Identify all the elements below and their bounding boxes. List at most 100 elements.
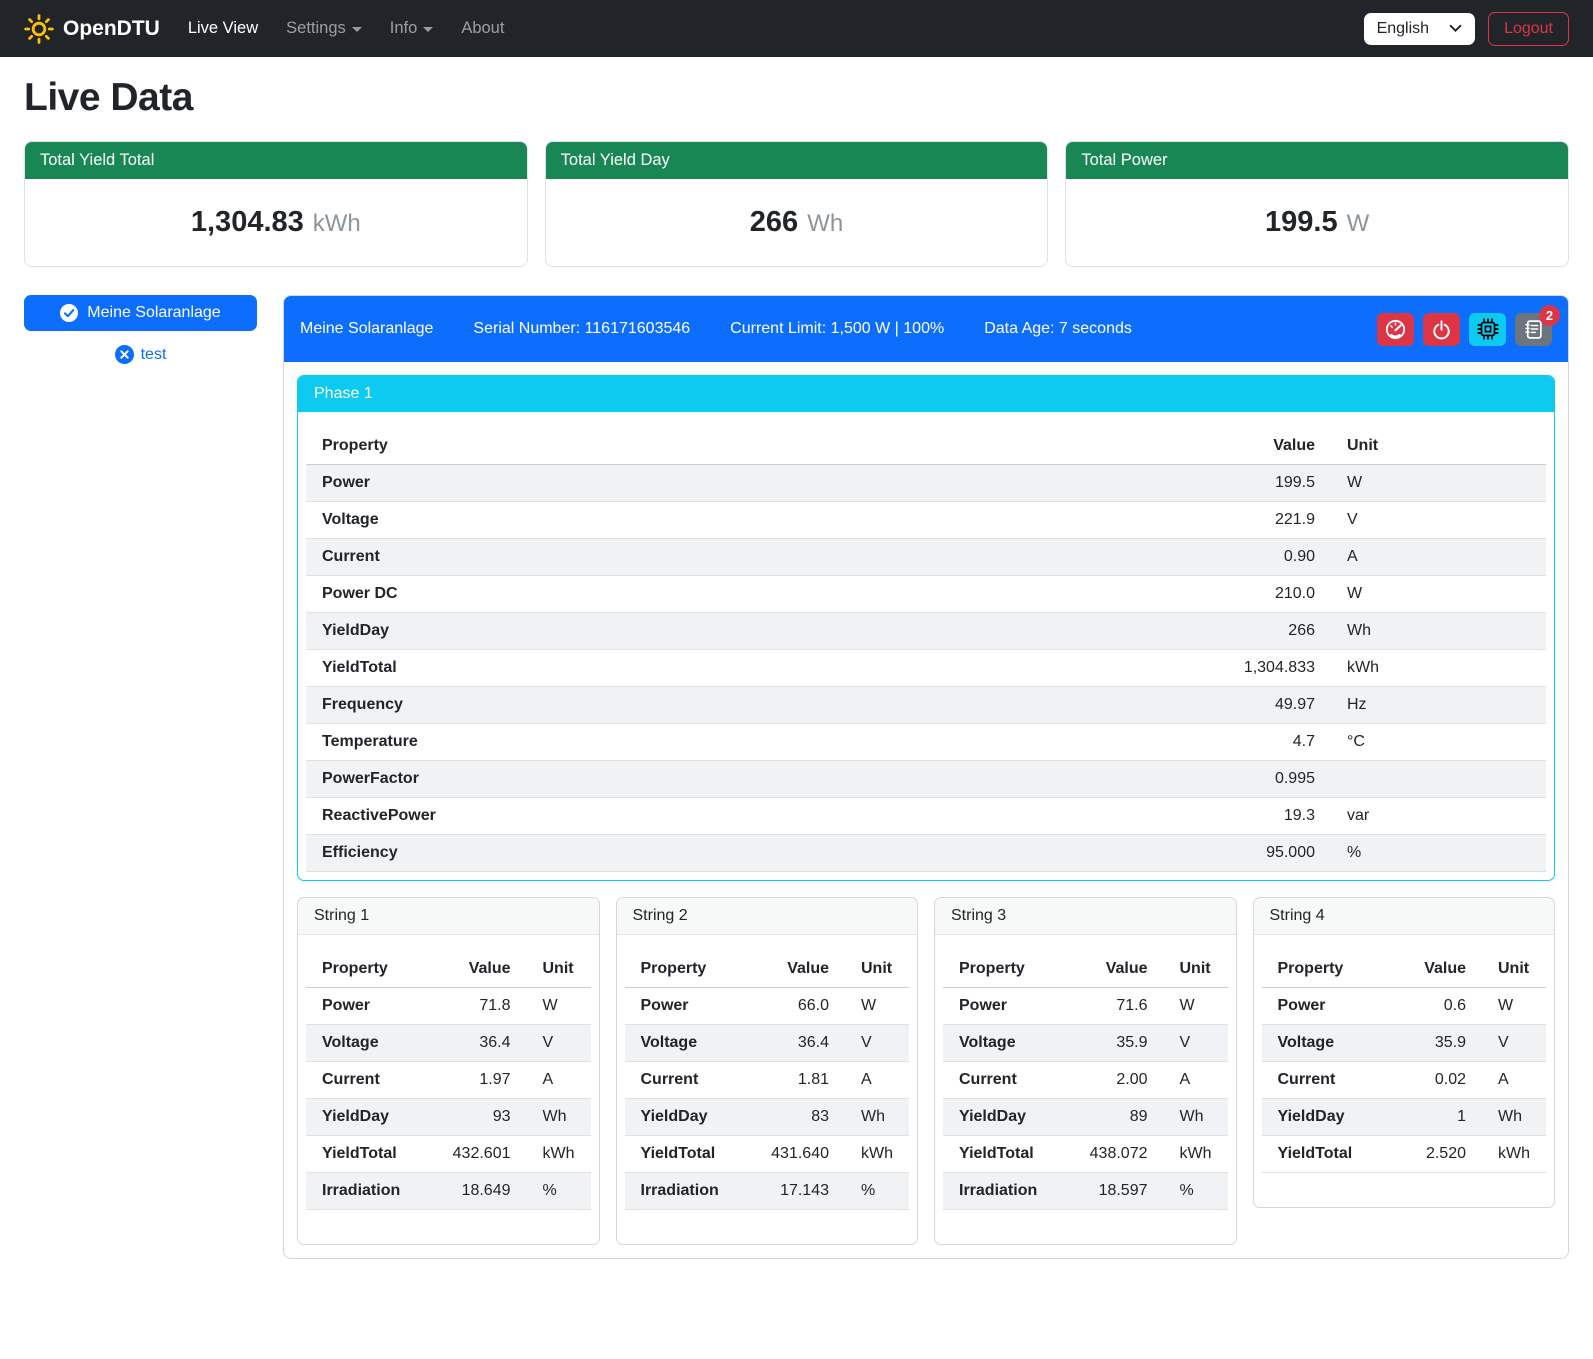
unit-cell: A: [1164, 1062, 1228, 1099]
column-unit: Unit: [1482, 951, 1546, 988]
column-value: Value: [435, 951, 527, 988]
nav-item-settings[interactable]: Settings: [286, 19, 362, 38]
unit-cell: Wh: [845, 1099, 909, 1136]
chevron-down-icon: [352, 27, 362, 32]
unit-cell: A: [845, 1062, 909, 1099]
value-cell: 49.97: [1201, 687, 1331, 724]
unit-cell: Wh: [1331, 613, 1546, 650]
unit-cell: kWh: [1482, 1136, 1546, 1173]
unit-cell: W: [1164, 988, 1228, 1025]
power-toggle-button[interactable]: [1423, 313, 1460, 346]
string-4-card: String 4 Property Value Unit: [1253, 897, 1556, 1208]
value-cell: 438.072: [1072, 1136, 1164, 1173]
logout-button[interactable]: Logout: [1488, 12, 1569, 46]
navbar: OpenDTU Live View Settings Info About En…: [0, 0, 1593, 57]
property-cell: YieldDay: [625, 1099, 754, 1136]
unit-cell: [1331, 761, 1546, 798]
unit-cell: V: [1482, 1025, 1546, 1062]
property-cell: Temperature: [306, 724, 1201, 761]
table-row: Irradiation17.143%: [625, 1173, 910, 1210]
phase-title: Phase 1: [298, 376, 1554, 412]
value-cell: 1: [1390, 1099, 1482, 1136]
inverter-selector-test[interactable]: test: [24, 345, 257, 364]
x-circle-icon: [115, 345, 134, 364]
inverter-limit: Current Limit: 1,500 W | 100%: [730, 320, 944, 338]
inverter-card-body: Phase 1 Property Value Unit Power199.5WV…: [284, 362, 1568, 1258]
unit-cell: %: [527, 1173, 591, 1210]
total-yield-day-card: Total Yield Day 266Wh: [545, 141, 1049, 267]
table-header-row: Property Value Unit: [306, 428, 1546, 465]
table-row: Power0.6W: [1262, 988, 1547, 1025]
nav-item-info-label: Info: [390, 19, 418, 38]
limit-settings-button[interactable]: [1377, 313, 1414, 346]
phase-card: Phase 1 Property Value Unit Power199.5WV…: [297, 375, 1555, 881]
property-cell: YieldDay: [306, 613, 1201, 650]
string-title: String 2: [617, 898, 918, 935]
speedometer-icon: [1385, 319, 1406, 340]
unit-cell: °C: [1331, 724, 1546, 761]
check-circle-icon: [60, 304, 78, 322]
property-cell: Current: [943, 1062, 1072, 1099]
unit-cell: V: [1164, 1025, 1228, 1062]
value-cell: 221.9: [1201, 502, 1331, 539]
table-row: Voltage221.9V: [306, 502, 1546, 539]
column-property: Property: [943, 951, 1072, 988]
property-cell: Irradiation: [943, 1173, 1072, 1210]
nav-item-live-view[interactable]: Live View: [188, 19, 258, 38]
value-cell: 1.81: [753, 1062, 845, 1099]
value-cell: 35.9: [1390, 1025, 1482, 1062]
value-cell: 1.97: [435, 1062, 527, 1099]
inverter-name: Meine Solaranlage: [300, 320, 433, 338]
property-cell: Frequency: [306, 687, 1201, 724]
property-cell: YieldDay: [943, 1099, 1072, 1136]
language-select[interactable]: English: [1364, 13, 1475, 45]
property-cell: YieldDay: [306, 1099, 435, 1136]
property-cell: Current: [625, 1062, 754, 1099]
property-cell: Power: [1262, 988, 1391, 1025]
property-cell: YieldDay: [1262, 1099, 1391, 1136]
column-unit: Unit: [845, 951, 909, 988]
unit-cell: V: [1331, 502, 1546, 539]
phase-body: Property Value Unit Power199.5WVoltage22…: [298, 412, 1554, 880]
card-body: 199.5W: [1066, 179, 1568, 266]
device-info-button[interactable]: [1469, 313, 1506, 346]
value-cell: 19.3: [1201, 798, 1331, 835]
table-row: Efficiency95.000%: [306, 835, 1546, 872]
summary-cards: Total Yield Total 1,304.83kWh Total Yiel…: [24, 141, 1569, 267]
table-row: Power71.6W: [943, 988, 1228, 1025]
value-cell: 95.000: [1201, 835, 1331, 872]
property-cell: Power: [306, 988, 435, 1025]
table-row: Voltage35.9V: [1262, 1025, 1547, 1062]
inverter-selector-meine-solaranlage[interactable]: Meine Solaranlage: [24, 295, 257, 331]
nav-item-info[interactable]: Info: [390, 19, 434, 38]
event-log-button[interactable]: 2: [1515, 313, 1552, 346]
string-body: Property Value Unit Power71.6WVoltage35.…: [935, 935, 1236, 1244]
unit-cell: Hz: [1331, 687, 1546, 724]
property-cell: YieldTotal: [943, 1136, 1072, 1173]
brand-logo[interactable]: OpenDTU: [24, 14, 160, 44]
value-cell: 0.995: [1201, 761, 1331, 798]
table-row: Irradiation18.649%: [306, 1173, 591, 1210]
cpu-icon: [1477, 318, 1499, 340]
table-row: YieldDay1Wh: [1262, 1099, 1547, 1136]
table-row: Power66.0W: [625, 988, 910, 1025]
property-cell: Irradiation: [625, 1173, 754, 1210]
page-title: Live Data: [24, 76, 1569, 120]
table-row: Irradiation18.597%: [943, 1173, 1228, 1210]
value-cell: 17.143: [753, 1173, 845, 1210]
nav-item-settings-label: Settings: [286, 19, 346, 38]
card-title: Total Yield Day: [546, 142, 1048, 179]
value-cell: 18.649: [435, 1173, 527, 1210]
inverter-card-header: Meine Solaranlage Serial Number: 1161716…: [284, 296, 1568, 362]
nav-item-about[interactable]: About: [461, 19, 504, 38]
column-value: Value: [1201, 428, 1331, 465]
column-value: Value: [1390, 951, 1482, 988]
string-1-card: String 1 Property Value Unit: [297, 897, 600, 1245]
value-cell: 210.0: [1201, 576, 1331, 613]
table-row: YieldTotal432.601kWh: [306, 1136, 591, 1173]
inverter-actions: 2: [1377, 313, 1552, 346]
unit-cell: W: [1331, 465, 1546, 502]
table-row: Current0.02A: [1262, 1062, 1547, 1099]
table-row: Power199.5W: [306, 465, 1546, 502]
unit-cell: kWh: [1331, 650, 1546, 687]
